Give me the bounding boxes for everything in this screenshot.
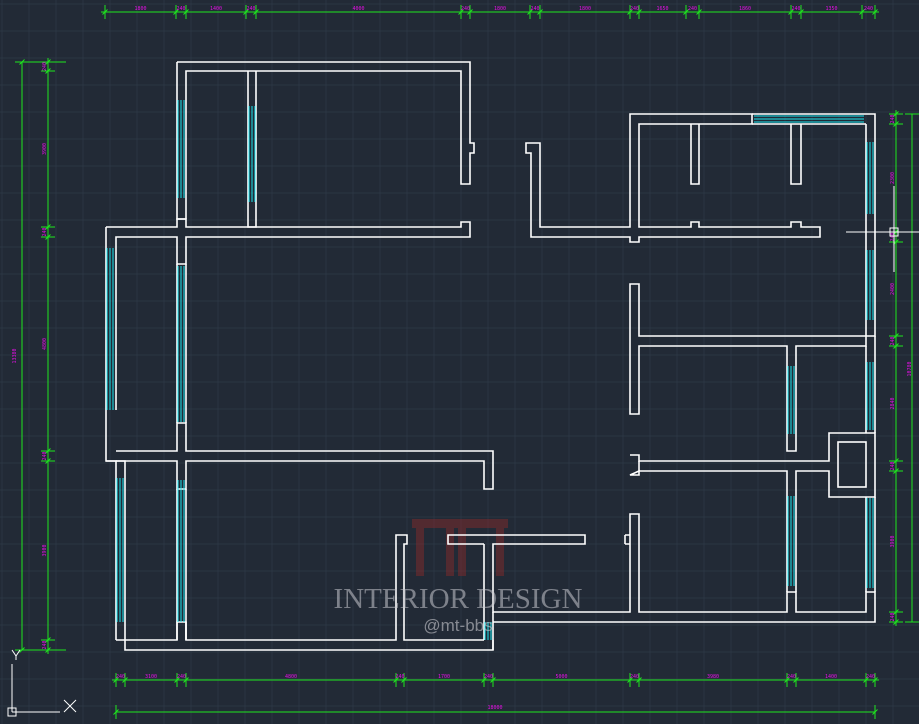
dimension-label: 4800 [42,338,48,350]
dimension-label: 3900 [42,544,48,556]
dimension-label: 240 [484,674,493,680]
dimension-label: 1800 [134,6,146,12]
watermark-handle: @mt-bbs [423,616,492,635]
dimension-label: 13380 [12,348,18,363]
watermark-title: INTERIOR DESIGN [334,583,583,615]
dimension-label: 1650 [656,6,668,12]
dimension-total-bottom: 18000 [487,705,502,711]
dimension-label: 10780 [907,361,913,376]
dimension-label: 240 [630,6,639,12]
dimension-label: 240 [890,461,896,470]
dimension-label: 240 [791,6,800,12]
dimension-label: 240 [866,674,875,680]
dimension-label: 18000 [487,705,502,711]
dimension-label: 1400 [210,6,222,12]
dimension-label: 240 [530,6,539,12]
dimension-label: 4800 [285,674,297,680]
dimension-label: 2400 [890,283,896,295]
dimension-label: 240 [42,451,48,460]
dimension-label: 3980 [707,674,719,680]
dimension-label: 1700 [438,674,450,680]
dimension-label: 2840 [890,397,896,409]
dimension-label: 240 [42,227,48,236]
dimension-label: 3900 [42,143,48,155]
dimension-label: 5000 [555,674,567,680]
dimension-label: 240 [177,674,186,680]
dimension-label: 240 [890,114,896,123]
dimension-label: 240 [176,6,185,12]
dimension-total-left: 13380 [12,348,18,363]
dimension-label: 3900 [890,535,896,547]
dimension-label: 240 [787,674,796,680]
floor-plan-canvas[interactable]: 1800 240 1400 240 4000 240 1800 240 1800 240 1650 2… [0,0,919,724]
dimension-label: 240 [630,674,639,680]
dimension-label: 4000 [352,6,364,12]
dimension-label: 1800 [494,6,506,12]
dimension-label: 240 [42,62,48,71]
dimension-label: 240 [116,674,125,680]
dimension-label: 240 [864,6,873,12]
dimension-label: 2300 [890,172,896,184]
dimension-label: 1350 [825,6,837,12]
dimension-label: 1400 [825,674,837,680]
dimension-label: 3100 [145,674,157,680]
dimension-label: 1800 [579,6,591,12]
dimension-label: 240 [890,612,896,621]
dimension-total-right: 10780 [907,361,913,376]
dimension-label: 240 [246,6,255,12]
dimension-label: 240 [395,674,404,680]
dimension-label: 240 [890,336,896,345]
dimension-label: 240 [461,6,470,12]
dimension-label: 240 [42,640,48,649]
dimension-label: 240 [688,6,697,12]
dimension-label: 240 [890,232,896,241]
dimension-label: 1860 [739,6,751,12]
